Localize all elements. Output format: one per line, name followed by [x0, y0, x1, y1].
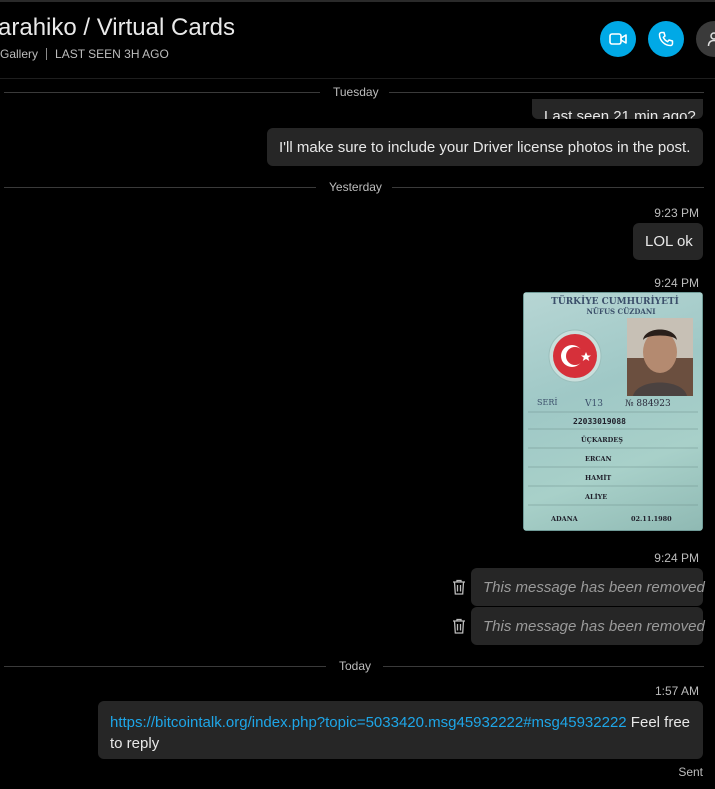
id-card-number: № 884923 [625, 399, 671, 409]
divider-line [383, 666, 704, 667]
phone-icon [658, 31, 674, 47]
divider-line [4, 187, 316, 188]
message-text: Last seen 21 min ago? [544, 108, 696, 119]
message-text: LOL ok [645, 233, 693, 250]
removed-message-text: This message has been removed [483, 617, 705, 635]
add-person-button[interactable] [696, 21, 715, 57]
audio-call-button[interactable] [648, 21, 684, 57]
conversation-subtitle: Gallery LAST SEEN 3H AGO [0, 47, 169, 61]
message-timestamp: 9:24 PM [654, 276, 699, 290]
id-card-mother-name: ALİYE [584, 492, 607, 501]
id-card-serial-code: V13 [584, 399, 603, 409]
message-delivery-status: Sent [678, 765, 703, 779]
conversation-header: arahiko / Virtual Cards Gallery LAST SEEN… [0, 2, 715, 79]
subtitle-separator [46, 48, 48, 60]
video-camera-icon [609, 33, 627, 45]
id-card-photo[interactable]: TÜRKİYE CUMHURİYETİ NÜFUS CÜZDANI SERİ V… [523, 292, 703, 531]
date-divider-today: Today [4, 659, 704, 673]
id-card-father-name: HAMİT [585, 473, 611, 482]
id-card-birthplace: ADANA [550, 515, 579, 523]
id-card-title-1: TÜRKİYE CUMHURİYETİ [551, 294, 679, 307]
message-bubble[interactable]: https://bitcointalk.org/index.php?topic=… [98, 701, 703, 759]
date-divider-tuesday: Tuesday [4, 85, 704, 99]
id-card-serial-label: SERİ [537, 398, 558, 407]
id-card-birthdate: 02.11.1980 [631, 515, 672, 523]
id-card-title-2: NÜFUS CÜZDANI [586, 307, 655, 316]
divider-line [389, 92, 704, 93]
removed-message-bubble[interactable]: This message has been removed [471, 568, 705, 606]
id-card-name: ERCAN [585, 455, 612, 463]
conversation-title[interactable]: arahiko / Virtual Cards [0, 14, 235, 42]
message-bubble[interactable]: I'll make sure to include your Driver li… [267, 128, 703, 166]
message-timestamp: 9:24 PM [654, 551, 699, 565]
removed-message-bubble[interactable]: This message has been removed [471, 607, 705, 645]
message-bubble[interactable]: Last seen 21 min ago? [532, 99, 703, 119]
message-text: Feel free [626, 714, 691, 731]
divider-label: Tuesday [333, 85, 379, 99]
message-bubble[interactable]: LOL ok [633, 223, 703, 260]
removed-message-text: This message has been removed [483, 578, 705, 596]
date-divider-yesterday: Yesterday [4, 180, 704, 194]
message-text: I'll make sure to include your Driver li… [279, 138, 691, 156]
trash-icon[interactable] [452, 579, 466, 595]
bitcointalk-link[interactable]: https://bitcointalk.org/index.php?topic=… [110, 714, 627, 731]
divider-label: Yesterday [329, 180, 382, 194]
divider-line [4, 92, 320, 93]
divider-line [4, 666, 326, 667]
divider-line [392, 187, 704, 188]
message-line-1: https://bitcointalk.org/index.php?topic=… [110, 712, 691, 733]
divider-label: Today [339, 659, 372, 673]
message-timestamp: 1:57 AM [654, 684, 699, 698]
message-text: to reply [110, 735, 160, 752]
id-card-image: TÜRKİYE CUMHURİYETİ NÜFUS CÜZDANI SERİ V… [523, 292, 703, 531]
last-seen-status: LAST SEEN 3H AGO [55, 47, 169, 61]
person-icon [707, 32, 715, 47]
id-card-tc-number: 22033019088 [573, 417, 626, 426]
trash-icon[interactable] [452, 618, 466, 634]
message-timestamp: 9:23 PM [654, 206, 699, 220]
video-call-button[interactable] [600, 21, 636, 57]
id-card-surname: ÜÇKARDEŞ [581, 435, 623, 444]
gallery-link[interactable]: Gallery [0, 47, 38, 61]
